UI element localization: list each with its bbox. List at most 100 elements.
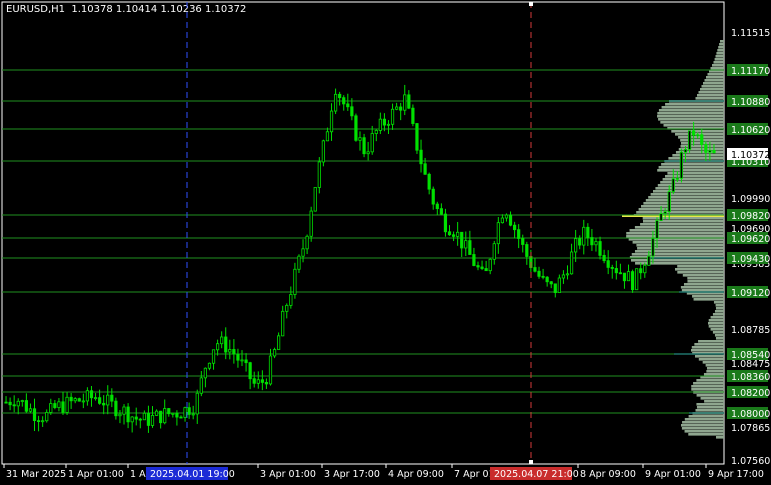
candle-body [98, 397, 102, 404]
candle-body [557, 277, 561, 293]
time-tick-label: 1 Apr 01:00 [68, 469, 124, 480]
candle-body [683, 149, 688, 153]
candle-body [260, 379, 264, 383]
profile-bar [708, 319, 724, 322]
profile-bar [712, 313, 724, 316]
candle-body [419, 149, 423, 165]
candle-body [569, 251, 574, 275]
candle-body [297, 255, 301, 270]
profile-bar [658, 166, 724, 169]
profile-bar [700, 88, 724, 91]
level-label: 1.08000 [731, 409, 770, 420]
candle-body [45, 412, 49, 422]
candle-body [118, 413, 122, 417]
price-chart[interactable]: 1.115151.087851.084751.078651.075601.099… [0, 0, 771, 485]
candle-body [179, 416, 183, 419]
candle-body [639, 268, 643, 274]
candle-body [586, 226, 590, 238]
profile-bar [714, 58, 724, 61]
profile-bar [715, 55, 724, 58]
profile-bar [637, 247, 724, 250]
candle-body [342, 97, 346, 105]
level-label: 1.09120 [731, 288, 770, 299]
candle-body [49, 403, 53, 413]
cursor-handle-top[interactable] [529, 2, 533, 6]
candle-body [57, 401, 61, 408]
profile-bar [665, 175, 724, 178]
candle-body [464, 240, 468, 249]
candle-body [687, 130, 692, 150]
candle-body [606, 260, 610, 268]
candle-body [565, 273, 570, 276]
candle-body [12, 404, 16, 407]
volume-profile [622, 40, 724, 439]
profile-bar [658, 109, 724, 112]
candle-body [447, 231, 452, 236]
candle-body [85, 390, 90, 402]
profile-bar [643, 202, 724, 205]
candle-body [264, 382, 269, 385]
candle-body [220, 336, 224, 345]
candle-body [671, 178, 675, 193]
profile-bar [657, 169, 724, 172]
time-tick-label: 9 Apr 17:00 [708, 469, 764, 480]
candle-body [317, 161, 321, 188]
profile-bar [693, 382, 724, 385]
price-tick-label: 1.07865 [731, 423, 770, 434]
candle-body [228, 349, 232, 353]
profile-bar [688, 415, 724, 418]
price-tick-label: 1.09990 [731, 194, 770, 205]
profile-bar [657, 112, 724, 115]
price-axis: 1.115151.087851.084751.078651.075601.099… [727, 28, 770, 467]
candle-body [110, 394, 114, 402]
candle-body [537, 270, 541, 277]
profile-bar [716, 436, 724, 439]
profile-bar [697, 94, 724, 97]
candle-body [517, 229, 521, 239]
candle-body [590, 237, 594, 246]
profile-bar [708, 322, 724, 325]
candle-body [207, 362, 212, 369]
candle-body [36, 420, 41, 422]
candle-body [325, 131, 330, 142]
candle-body [313, 187, 317, 212]
candle-body [618, 272, 622, 275]
candle-body [16, 400, 20, 407]
candle-body [240, 359, 244, 362]
candle-body [431, 188, 435, 205]
profile-bar [641, 205, 724, 208]
candle-body [582, 226, 586, 246]
candle-body [248, 362, 252, 380]
profile-bar [671, 130, 724, 133]
candle-body [480, 266, 484, 269]
profile-bar [718, 46, 724, 49]
candle-body [114, 400, 118, 417]
profile-bar [700, 397, 724, 400]
candle-body [224, 336, 228, 353]
candle-body [338, 93, 342, 99]
candle-body [138, 418, 142, 421]
candle-body [285, 304, 289, 312]
candle-body [411, 107, 415, 124]
level-label: 1.10880 [731, 97, 770, 108]
price-tick-label: 1.11515 [731, 28, 770, 39]
candle-body [232, 349, 236, 355]
candle-body [77, 398, 81, 402]
profile-bar [698, 358, 724, 361]
candle-body [476, 265, 480, 268]
profile-bar [693, 298, 724, 301]
candle-body [272, 349, 277, 357]
profile-bar [702, 361, 724, 364]
profile-bar [691, 385, 724, 388]
profile-bar [720, 40, 724, 43]
profile-bar [636, 211, 724, 214]
candle-body [350, 106, 354, 117]
profile-bar [715, 304, 724, 307]
cursor-handle-bottom[interactable] [529, 460, 533, 464]
profile-bar [714, 334, 724, 337]
candle-body [488, 258, 492, 272]
candle-body [423, 163, 427, 175]
profile-bar [714, 310, 724, 313]
candle-body [61, 401, 65, 413]
candle-body [187, 407, 191, 415]
